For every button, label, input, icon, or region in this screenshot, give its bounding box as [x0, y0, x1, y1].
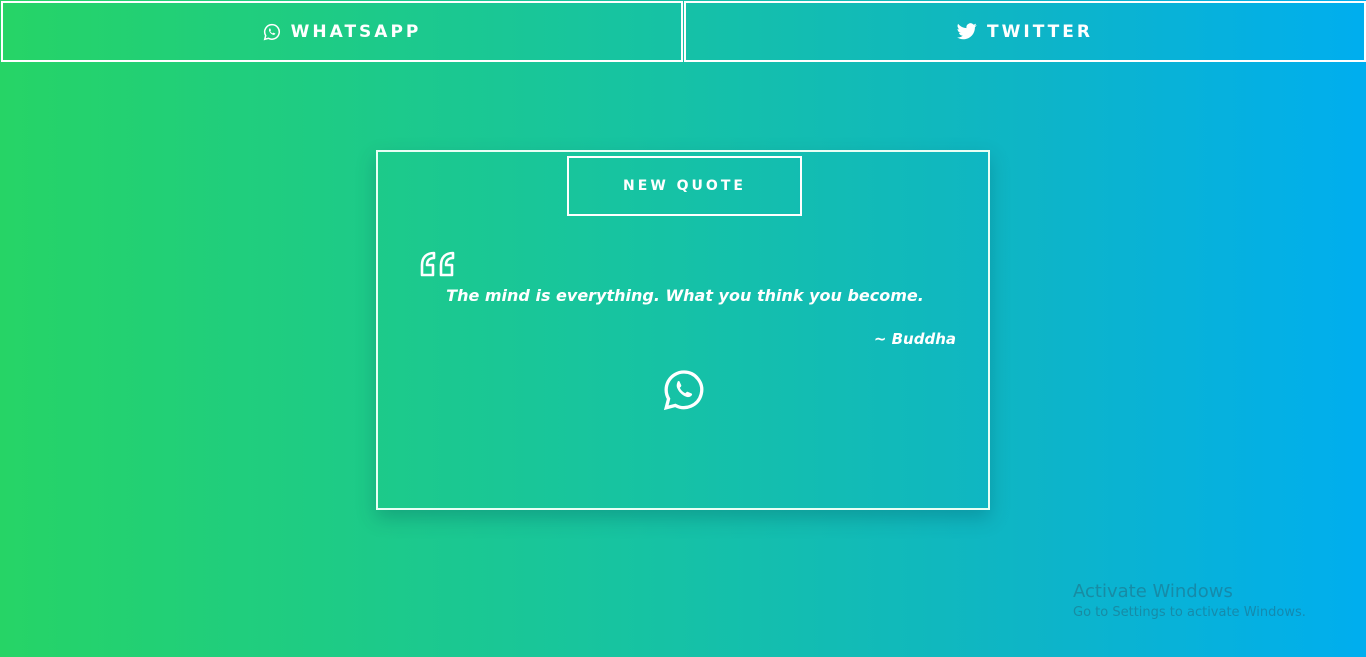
- watermark-subtitle: Go to Settings to activate Windows.: [1073, 605, 1306, 620]
- quote-text: The mind is everything. What you think y…: [446, 286, 924, 305]
- twitter-icon: [957, 23, 977, 40]
- whatsapp-icon: [263, 23, 281, 41]
- whatsapp-share-tab[interactable]: WHATSAPP: [1, 1, 683, 62]
- quote-card: NEW QUOTE The mind is everything. What y…: [376, 150, 990, 510]
- quote-left-icon: [419, 249, 457, 283]
- whatsapp-share-button[interactable]: [662, 368, 706, 412]
- quote-author: ~ Buddha: [873, 330, 956, 348]
- twitter-share-tab[interactable]: TWITTER: [684, 1, 1366, 62]
- windows-activation-watermark: Activate Windows Go to Settings to activ…: [1073, 581, 1306, 623]
- twitter-tab-label: TWITTER: [987, 21, 1093, 42]
- new-quote-button[interactable]: NEW QUOTE: [567, 156, 802, 216]
- share-bar: WHATSAPP TWITTER: [0, 0, 1366, 62]
- whatsapp-tab-label: WHATSAPP: [290, 21, 422, 42]
- whatsapp-icon: [662, 370, 706, 416]
- new-quote-label: NEW QUOTE: [623, 178, 746, 194]
- watermark-title: Activate Windows: [1073, 581, 1233, 602]
